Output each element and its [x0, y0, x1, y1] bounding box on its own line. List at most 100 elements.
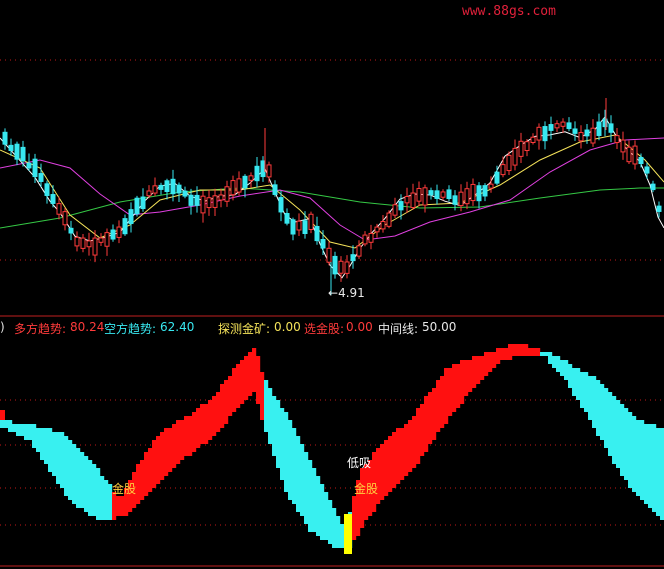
bull-bar: [444, 368, 449, 424]
legend-bull-label: 多方趋势:: [14, 322, 67, 336]
bull-bar: [480, 356, 485, 380]
candle: [344, 261, 350, 274]
candle: [608, 123, 614, 133]
candle: [146, 190, 152, 197]
bear-bar: [624, 408, 629, 480]
candle: [296, 220, 302, 231]
candle: [512, 147, 518, 166]
bear-bar: [632, 416, 637, 492]
bull-bar: [252, 348, 257, 392]
bear-bar: [308, 460, 313, 532]
bull-bar: [380, 444, 385, 500]
bull-bar: [392, 432, 397, 488]
bull-bar: [188, 416, 193, 456]
bear-bar: [292, 428, 297, 504]
candle: [98, 237, 104, 243]
bear-bar: [620, 404, 625, 476]
bull-bar: [244, 356, 249, 400]
bear-bar: [304, 452, 309, 524]
bull-bar: [496, 348, 501, 364]
candle: [650, 183, 656, 191]
bear-bar: [68, 440, 73, 500]
candle: [338, 260, 344, 274]
candle: [62, 211, 68, 226]
bull-bar: [352, 496, 357, 540]
candle: [428, 190, 434, 196]
bull-bar: [152, 440, 157, 488]
candle: [308, 213, 314, 230]
candle: [278, 197, 284, 213]
candle: [494, 171, 500, 184]
bull-bar: [412, 416, 417, 468]
bear-bar: [548, 352, 553, 364]
bear-bar: [284, 412, 289, 492]
candle: [452, 195, 458, 205]
candle: [548, 124, 554, 131]
candle: [482, 185, 488, 197]
bear-bar: [300, 444, 305, 516]
legend-select-value: 0.00: [346, 320, 373, 334]
candle: [152, 185, 158, 194]
candle: [260, 160, 266, 178]
signal-bar: [344, 514, 352, 554]
bull-bar: [428, 392, 433, 444]
bear-bar: [328, 500, 333, 544]
bull-bar: [524, 344, 529, 356]
bull-bar: [400, 428, 405, 480]
bull-bar: [436, 380, 441, 432]
bull-bar: [408, 420, 413, 472]
legend-prefix: ): [0, 320, 5, 334]
candles: [2, 98, 662, 295]
candle: [536, 126, 542, 141]
bull-bar: [160, 432, 165, 480]
bull-bar: [500, 348, 505, 360]
ma3-line: [0, 137, 664, 241]
candle: [500, 164, 506, 176]
bull-bar: [384, 440, 389, 496]
candle: [326, 247, 332, 263]
bear-bar: [16, 424, 21, 436]
bull-bar: [508, 344, 513, 360]
candle: [302, 220, 308, 235]
candle: [596, 121, 602, 136]
bear-bar: [312, 468, 317, 532]
candle: [584, 129, 590, 137]
bull-bar: [520, 344, 525, 356]
bull-bar: [236, 364, 241, 408]
bear-bar: [64, 436, 69, 496]
candle: [20, 146, 26, 162]
candle: [464, 188, 470, 205]
candle: [218, 194, 224, 201]
trend-bands: [0, 344, 664, 548]
bull-bar: [156, 436, 161, 484]
bull-bar: [460, 360, 465, 404]
bull-bar: [148, 448, 153, 492]
bear-bar: [12, 424, 17, 432]
candle: [350, 254, 356, 262]
bear-bar: [568, 364, 573, 388]
bull-bar: [248, 352, 253, 396]
candle: [104, 232, 110, 247]
bear-bar: [296, 436, 301, 512]
bear-bar: [0, 420, 5, 428]
bull-bar: [260, 372, 265, 420]
candle: [476, 185, 482, 202]
bull-bar: [476, 356, 481, 384]
candle: [38, 173, 44, 182]
candle: [158, 184, 164, 190]
candle: [26, 162, 32, 169]
bear-bar: [20, 424, 25, 436]
bull-bar: [228, 376, 233, 416]
candle: [386, 212, 392, 227]
legend-bear-value: 62.40: [160, 320, 195, 334]
candle: [530, 136, 536, 143]
candle: [470, 183, 476, 202]
bear-bar: [272, 396, 277, 456]
bull-bar: [532, 348, 537, 356]
candle: [362, 234, 368, 245]
bear-bar: [616, 400, 621, 468]
bear-bar: [336, 516, 341, 548]
bear-bar: [652, 424, 657, 512]
candle: [128, 209, 134, 225]
bear-bar: [44, 428, 49, 464]
